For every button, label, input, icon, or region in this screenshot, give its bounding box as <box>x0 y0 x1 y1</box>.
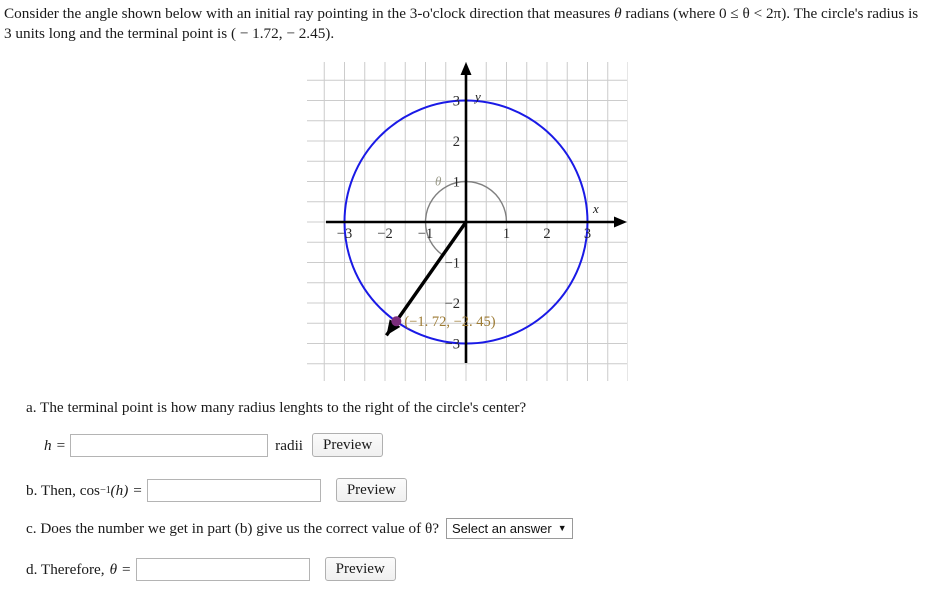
prompt-line1-part2: radians (where 0 ≤ θ < 2π). The circle's <box>621 5 864 22</box>
x-tick-label: 2 <box>543 226 550 242</box>
x-tick-label: −2 <box>377 226 392 242</box>
y-tick-label: 2 <box>453 134 460 150</box>
y-tick-label: −2 <box>445 296 460 312</box>
x-tick-label: 3 <box>584 226 591 242</box>
x-tick-label: 1 <box>503 226 510 242</box>
y-axis-label: y <box>473 89 481 104</box>
h-variable-label: h <box>44 436 52 454</box>
y-tick-label: 3 <box>453 94 460 110</box>
theta-symbol-inline: θ <box>614 5 622 22</box>
preview-button-a[interactable]: Preview <box>312 433 384 457</box>
answer-select-dropdown[interactable]: Select an answer ▼ <box>445 518 573 539</box>
terminal-point-label: (−1. 72, −2. 45) <box>404 314 495 330</box>
problem-statement: Consider the angle shown below with an i… <box>4 4 929 44</box>
prompt-terminal-point: ( − 1.72, − 2.45) <box>230 25 331 42</box>
d-answer-input[interactable] <box>135 557 310 581</box>
x-axis-arrow-right <box>614 216 627 228</box>
x-tick-label: −1 <box>418 226 433 242</box>
equals-sign-b: = <box>133 481 142 499</box>
y-axis-arrow-up <box>460 62 472 75</box>
preview-button-b[interactable]: Preview <box>335 478 407 502</box>
prompt-line2-part2: . <box>330 25 335 42</box>
x-tick-label: −3 <box>337 226 352 242</box>
radii-unit-label: radii <box>275 436 304 454</box>
question-a-row: h = radii Preview <box>44 433 384 457</box>
graph-svg: −3 −2 −1 1 2 3 3 2 1 −1 −2 −3 x y θ (−1. 72, −2. 45… <box>307 62 628 381</box>
x-axis-label: x <box>592 201 599 216</box>
question-c-text: c. Does the number we get in part (b) gi… <box>26 520 439 537</box>
equals-sign-a: = <box>56 436 66 454</box>
chevron-down-icon: ▼ <box>557 523 567 533</box>
prompt-line1-part1: Consider the angle shown below with an i… <box>4 5 615 22</box>
inverse-superscript: −1 <box>99 484 111 496</box>
question-a-text: a. The terminal point is how many radius… <box>26 399 527 416</box>
unit-circle-graph: −3 −2 −1 1 2 3 3 2 1 −1 −2 −3 x y θ (−1. 72, −2. 45… <box>306 61 628 382</box>
question-d-prefix: d. Therefore, <box>26 560 105 578</box>
theta-symbol-d: θ <box>109 560 118 578</box>
b-answer-input[interactable] <box>146 478 321 502</box>
y-tick-label: −3 <box>445 337 460 353</box>
question-c-row: c. Does the number we get in part (b) gi… <box>26 518 573 539</box>
theta-arc-label: θ <box>435 174 442 189</box>
terminal-point-marker <box>391 316 402 327</box>
equals-sign-d: = <box>122 560 131 578</box>
y-tick-label: 1 <box>453 175 460 191</box>
preview-button-d[interactable]: Preview <box>324 557 396 581</box>
y-tick-label: −1 <box>445 256 460 272</box>
select-current-value: Select an answer <box>451 521 552 536</box>
question-d-row: d. Therefore, θ = Preview <box>26 557 396 581</box>
cos-argument: (h) <box>110 481 129 499</box>
h-answer-input[interactable] <box>70 433 269 457</box>
question-b-row: b. Then, cos −1 (h) = Preview <box>26 478 407 502</box>
question-b-prefix: b. Then, cos <box>26 481 100 499</box>
